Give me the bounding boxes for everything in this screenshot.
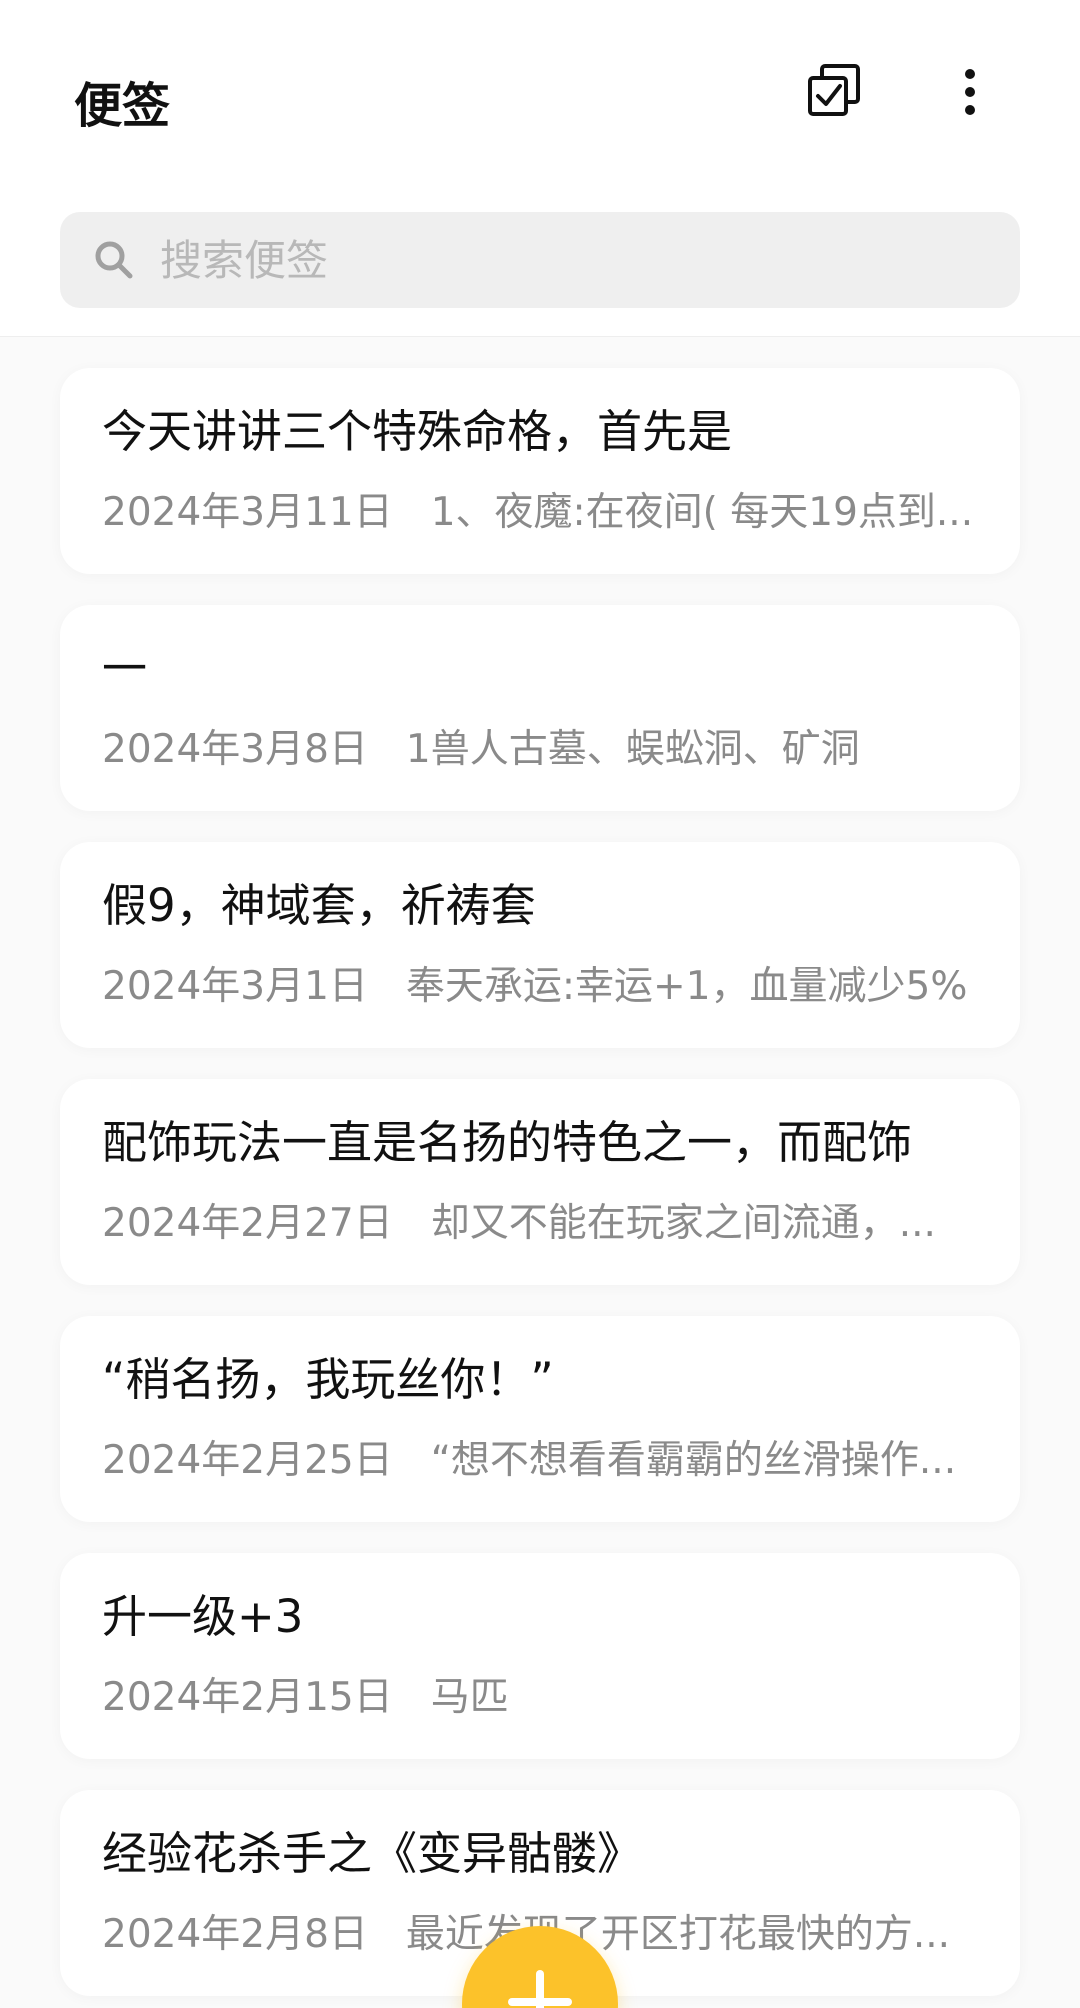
note-card[interactable]: 升一级+3 2024年2月15日 马匹 bbox=[60, 1553, 1020, 1759]
app-header: 便签 bbox=[0, 0, 1080, 337]
note-title: 配饰玩法一直是名扬的特色之一，而配饰 bbox=[102, 1116, 913, 1169]
note-card[interactable]: 一 2024年3月8日 1兽人古墓、蜈蚣洞、矿洞 bbox=[60, 605, 1020, 811]
note-preview: 马匹 bbox=[430, 1675, 509, 1720]
notes-app: 便签 今天讲讲三个特殊命格，首先是 2024 bbox=[0, 0, 1080, 2008]
note-date: 2024年2月8日 bbox=[102, 1912, 368, 1957]
note-meta: 2024年2月25日 “想不想看看霸霸的丝滑操作... bbox=[102, 1432, 992, 1490]
note-card[interactable]: “稍名扬，我玩丝你！” 2024年2月25日 “想不想看看霸霸的丝滑操作... bbox=[60, 1316, 1020, 1522]
note-title: 升一级+3 bbox=[102, 1590, 304, 1643]
note-card[interactable]: 配饰玩法一直是名扬的特色之一，而配饰 2024年2月27日 却又不能在玩家之间流通… bbox=[60, 1079, 1020, 1285]
note-preview: “想不想看看霸霸的丝滑操作... bbox=[430, 1438, 957, 1483]
note-card[interactable]: 假9，神域套，祈祷套 2024年3月1日 奉天承运:幸运+1，血量减少5% bbox=[60, 842, 1020, 1048]
note-date: 2024年2月15日 bbox=[102, 1675, 393, 1720]
note-title: 经验花杀手之《变异骷髅》 bbox=[102, 1827, 643, 1880]
search-bar[interactable] bbox=[60, 212, 1020, 308]
note-title: “稍名扬，我玩丝你！” bbox=[102, 1353, 554, 1406]
note-date: 2024年2月25日 bbox=[102, 1438, 393, 1483]
note-meta: 2024年2月15日 马匹 bbox=[102, 1669, 992, 1727]
note-title: 今天讲讲三个特殊命格，首先是 bbox=[102, 405, 733, 458]
notes-list: 今天讲讲三个特殊命格，首先是 2024年3月11日 1、夜魔:在夜间( 每天19点… bbox=[60, 368, 1020, 2008]
multi-select-icon bbox=[808, 64, 860, 116]
note-meta: 2024年3月8日 1兽人古墓、蜈蚣洞、矿洞 bbox=[102, 721, 992, 779]
note-meta: 2024年3月1日 奉天承运:幸运+1，血量减少5% bbox=[102, 958, 992, 1016]
note-preview: 却又不能在玩家之间流通，... bbox=[430, 1201, 936, 1246]
note-preview: 1兽人古墓、蜈蚣洞、矿洞 bbox=[405, 727, 860, 772]
note-meta: 2024年2月27日 却又不能在玩家之间流通，... bbox=[102, 1195, 992, 1253]
note-date: 2024年3月8日 bbox=[102, 727, 368, 772]
more-options-button[interactable] bbox=[930, 52, 1010, 132]
note-preview: 1、夜魔:在夜间( 每天19点到... bbox=[430, 490, 974, 535]
note-date: 2024年3月1日 bbox=[102, 964, 368, 1009]
note-title: 一 bbox=[102, 642, 148, 695]
note-meta: 2024年3月11日 1、夜魔:在夜间( 每天19点到... bbox=[102, 484, 992, 542]
more-vertical-icon bbox=[965, 69, 975, 115]
note-date: 2024年3月11日 bbox=[102, 490, 393, 535]
note-preview: 奉天承运:幸运+1，血量减少5% bbox=[405, 964, 968, 1009]
multi-select-button[interactable] bbox=[794, 52, 874, 132]
note-date: 2024年2月27日 bbox=[102, 1201, 393, 1246]
page-title: 便签 bbox=[74, 78, 171, 134]
note-card[interactable]: 今天讲讲三个特殊命格，首先是 2024年3月11日 1、夜魔:在夜间( 每天19点… bbox=[60, 368, 1020, 574]
search-input[interactable] bbox=[160, 212, 980, 308]
search-icon bbox=[95, 241, 133, 279]
note-title: 假9，神域套，祈祷套 bbox=[102, 879, 536, 932]
plus-icon bbox=[508, 1970, 572, 2008]
